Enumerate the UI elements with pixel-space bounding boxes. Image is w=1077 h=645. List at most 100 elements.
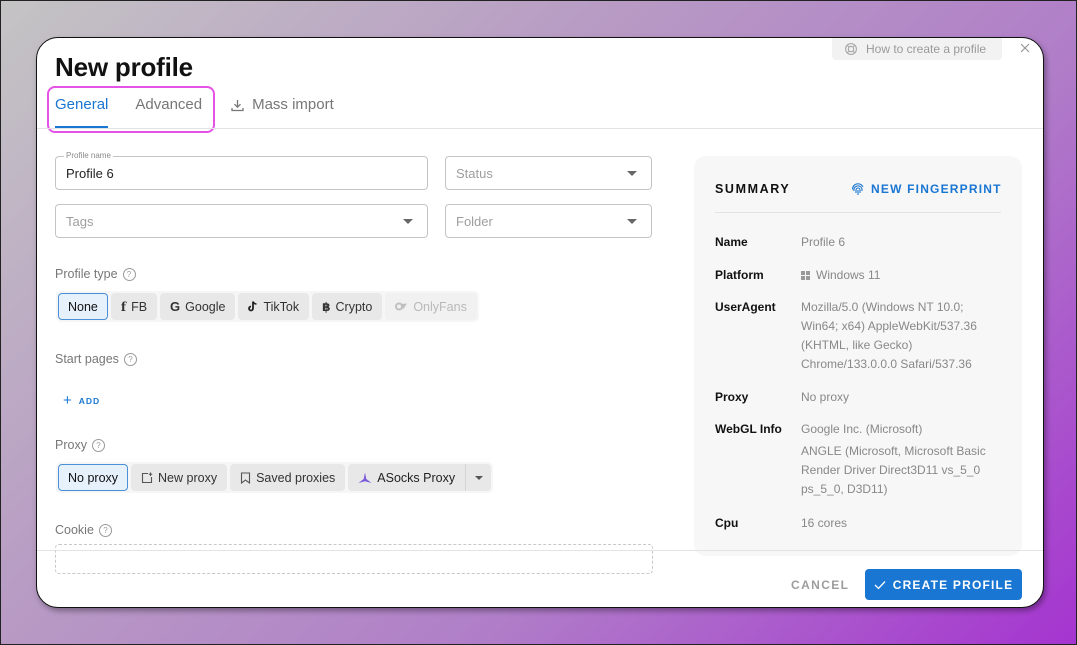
proxy-option-asocks[interactable]: ASocks Proxy [348, 464, 466, 491]
tab-bar: General Advanced Mass import [55, 94, 361, 128]
add-start-page-button[interactable]: + ADD [63, 392, 100, 409]
start-pages-label-text: Start pages [55, 352, 119, 366]
download-icon [231, 96, 244, 114]
summary-key: WebGL Info [715, 422, 782, 436]
help-icon[interactable]: ? [122, 267, 136, 281]
profile-name-input[interactable]: Profile name Profile 6 [55, 151, 428, 190]
proxy-group: No proxy New proxy Saved proxies ASocks … [56, 462, 494, 493]
summary-key: Proxy [715, 390, 749, 404]
cancel-button[interactable]: CANCEL [791, 578, 849, 592]
tiktok-icon [248, 301, 258, 312]
webgl-renderer-line: ps_5_0, D3D11) [801, 482, 888, 496]
folder-placeholder: Folder [456, 213, 493, 229]
useragent-line: Mozilla/5.0 (Windows NT 10.0; [801, 300, 964, 314]
summary-row-webgl: WebGL Info Google Inc. (Microsoft) ANGLE… [715, 420, 1005, 499]
lifebuoy-icon [845, 43, 857, 55]
new-fingerprint-button[interactable]: NEW FINGERPRINT [851, 182, 1002, 196]
profile-type-onlyfans-label: OnlyFans [413, 299, 467, 314]
add-window-icon [141, 472, 153, 484]
tags-select[interactable]: Tags [55, 204, 428, 238]
useragent-line: Chrome/133.0.0.0 Safari/537.36 [801, 357, 972, 371]
create-profile-button[interactable]: CREATE PROFILE [865, 569, 1022, 600]
tab-mass-import-label: Mass import [252, 96, 334, 113]
new-proxy-label: New proxy [158, 470, 218, 485]
webgl-renderer-line: Render Driver Direct3D11 vs_5_0 [801, 463, 981, 477]
summary-row-cpu: Cpu 16 cores [715, 514, 1005, 533]
summary-key: Cpu [715, 516, 739, 530]
profile-type-label-text: Profile type [55, 267, 118, 281]
fingerprint-icon [851, 183, 864, 195]
tab-general-label: General [55, 96, 109, 113]
profile-type-tiktok[interactable]: TikTok [238, 293, 310, 320]
proxy-option-new-proxy[interactable]: New proxy [131, 464, 228, 491]
profile-type-crypto[interactable]: ฿ Crypto [312, 293, 383, 320]
summary-title: SUMMARY [715, 182, 791, 196]
create-profile-label: CREATE PROFILE [892, 577, 1014, 592]
useragent-line: Win64; x64) AppleWebKit/537.36 [801, 319, 977, 333]
summary-value: Profile 6 [801, 235, 846, 249]
tab-mass-import[interactable]: Mass import [231, 94, 334, 128]
help-link-label: How to create a profile [866, 42, 987, 56]
start-pages-label: Start pages ? [55, 352, 137, 366]
check-icon [874, 580, 886, 589]
proxy-label-text: Proxy [55, 438, 87, 452]
webgl-vendor: Google Inc. (Microsoft) [801, 422, 923, 436]
tab-general[interactable]: General [55, 94, 109, 128]
proxy-option-saved-proxies[interactable]: Saved proxies [230, 464, 346, 491]
google-icon: G [170, 299, 181, 314]
profile-name-value: Profile 6 [66, 165, 114, 181]
help-icon[interactable]: ? [91, 438, 105, 452]
webgl-renderer-line: ANGLE (Microsoft, Microsoft Basic [801, 444, 986, 458]
profile-type-none[interactable]: None [58, 293, 108, 320]
summary-key: UserAgent [715, 300, 776, 314]
dialog-title: New profile [55, 52, 193, 82]
summary-value: Windows 11 [816, 268, 881, 282]
profile-name-label: Profile name [64, 151, 113, 161]
bitcoin-icon: ฿ [322, 299, 331, 314]
onlyfans-icon [395, 302, 408, 311]
summary-key: Name [715, 235, 748, 249]
status-select[interactable]: Status [445, 156, 652, 190]
profile-type-fb-label: FB [131, 299, 148, 314]
tab-advanced[interactable]: Advanced [135, 94, 202, 128]
summary-divider [715, 212, 1001, 213]
summary-row-name: Name Profile 6 [715, 233, 1005, 252]
asocks-dropdown-toggle[interactable] [465, 464, 492, 491]
summary-row-useragent: UserAgent Mozilla/5.0 (Windows NT 10.0; … [715, 298, 1005, 374]
footer-divider [37, 550, 1043, 551]
new-profile-dialog: New profile How to create a profile Gene… [36, 37, 1044, 608]
help-icon[interactable]: ? [98, 523, 112, 537]
cookie-label-text: Cookie [55, 523, 94, 537]
saved-proxies-label: Saved proxies [256, 470, 336, 485]
close-button[interactable] [1017, 40, 1033, 56]
cookie-dropzone[interactable] [55, 544, 653, 574]
status-placeholder: Status [456, 165, 493, 181]
useragent-line: (KHTML, like Gecko) [801, 338, 913, 352]
facebook-icon: f [120, 299, 127, 314]
proxy-option-no-proxy[interactable]: No proxy [58, 464, 129, 491]
profile-type-tiktok-label: TikTok [263, 299, 300, 314]
summary-row-platform: Platform Windows 11 [715, 266, 1005, 285]
plus-icon: + [63, 392, 72, 409]
profile-type-google[interactable]: G Google [160, 293, 236, 320]
profile-type-onlyfans[interactable]: OnlyFans [385, 293, 477, 320]
summary-value: 16 cores [801, 516, 848, 530]
chevron-down-icon [627, 219, 637, 224]
profile-type-google-label: Google [185, 299, 226, 314]
summary-value: Mozilla/5.0 (Windows NT 10.0; Win64; x64… [801, 298, 977, 374]
cookie-label: Cookie ? [55, 523, 112, 537]
tabs-divider [37, 128, 1043, 129]
summary-value: Google Inc. (Microsoft) ANGLE (Microsoft… [801, 420, 986, 499]
chevron-down-icon [403, 219, 413, 224]
profile-type-crypto-label: Crypto [335, 299, 373, 314]
profile-type-fb[interactable]: f FB [110, 293, 158, 320]
help-icon[interactable]: ? [123, 352, 137, 366]
close-icon [1020, 43, 1030, 53]
folder-select[interactable]: Folder [445, 204, 652, 238]
windows-icon [801, 271, 810, 280]
summary-key: Platform [715, 268, 764, 282]
asocks-proxy-label: ASocks Proxy [377, 470, 456, 485]
how-to-create-profile-link[interactable]: How to create a profile [832, 38, 1002, 60]
bookmark-icon [240, 471, 251, 484]
profile-type-label: Profile type ? [55, 267, 136, 281]
